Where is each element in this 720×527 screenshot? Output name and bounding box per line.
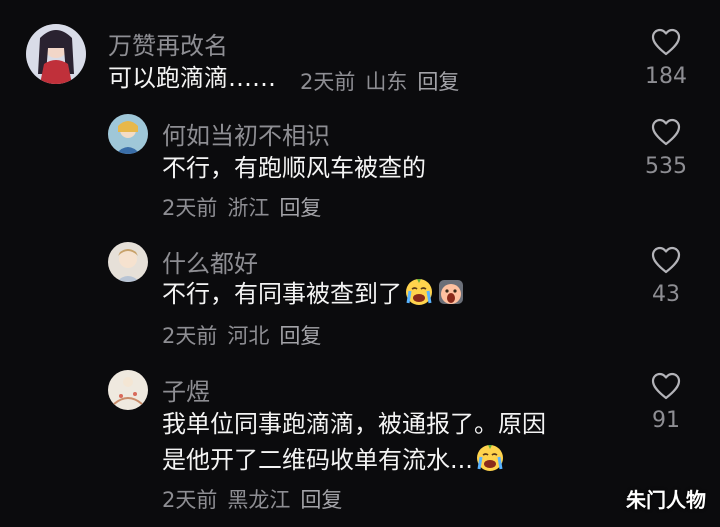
username[interactable]: 万赞再改名 [108, 26, 228, 61]
comment-text-content: 不行，有同事被查到了 [162, 280, 402, 308]
reply-button[interactable]: 回复 [417, 70, 459, 94]
like-button[interactable]: 184 [636, 28, 696, 89]
crying-emoji-icon [476, 445, 503, 471]
like-button[interactable]: 535 [636, 118, 696, 179]
heart-outline-icon [651, 372, 681, 400]
comment-meta: 2天前 河北 回复 [162, 320, 331, 350]
avatar[interactable] [26, 24, 86, 84]
comment-text-content: 是他开了二维码收单有流水... [162, 446, 473, 474]
reply-button[interactable]: 回复 [300, 488, 342, 512]
heart-outline-icon [651, 28, 681, 56]
like-count: 91 [652, 408, 680, 433]
reply-button[interactable]: 回复 [279, 324, 321, 348]
screaming-emoji-icon [439, 280, 463, 304]
comment-text: 不行，有跑顺风车被查的 [162, 154, 426, 182]
like-button[interactable]: 43 [636, 246, 696, 307]
heart-outline-icon [651, 246, 681, 274]
avatar[interactable] [108, 114, 148, 154]
like-button[interactable]: 91 [636, 372, 696, 433]
comment-time: 2天前 [162, 196, 218, 220]
avatar[interactable] [108, 370, 148, 410]
username[interactable]: 何如当初不相识 [162, 116, 330, 151]
comment-location: 浙江 [227, 196, 270, 220]
watermark: 朱门人物 [626, 488, 706, 512]
reply-button[interactable]: 回复 [279, 196, 321, 220]
comment-location: 黑龙江 [227, 488, 291, 512]
comment-location: 山东 [365, 70, 408, 94]
comment-time: 2天前 [162, 324, 218, 348]
comment-text-line-1: 我单位同事跑滴滴，被通报了。原因 [162, 410, 546, 438]
avatar[interactable] [108, 242, 148, 282]
like-count: 184 [645, 64, 687, 89]
username[interactable]: 子煜 [162, 372, 210, 407]
comment-time: 2天前 [162, 488, 218, 512]
crying-emoji-icon [406, 279, 432, 305]
comment-text: 可以跑滴滴…… [108, 64, 276, 92]
comment-text-line-2: 是他开了二维码收单有流水... [162, 440, 505, 480]
comment-meta: 2天前 浙江 回复 [162, 192, 331, 222]
comment-location: 河北 [227, 324, 270, 348]
comment-text: 不行，有同事被查到了 [162, 274, 466, 314]
like-count: 43 [652, 282, 680, 307]
comment-time: 2天前 [300, 70, 356, 94]
heart-outline-icon [651, 118, 681, 146]
like-count: 535 [645, 154, 687, 179]
comment-meta: 2天前 黑龙江 回复 [162, 484, 352, 514]
comment-meta: 2天前 山东 回复 [300, 66, 469, 96]
